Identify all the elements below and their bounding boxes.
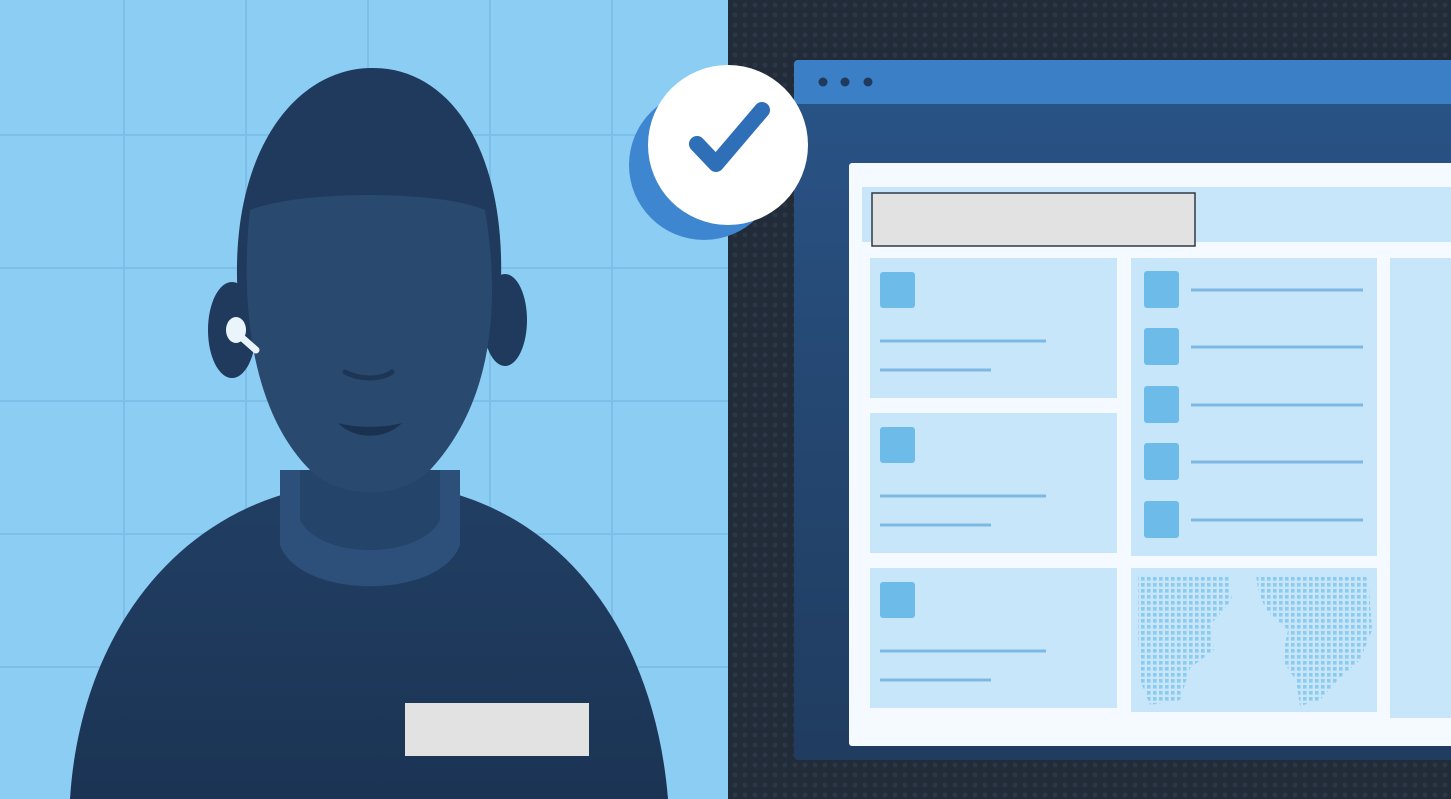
list-item-icon [1144, 501, 1179, 538]
list-panel [1131, 258, 1377, 556]
card [870, 568, 1117, 708]
name-badge [405, 703, 589, 756]
list-item-icon [1144, 443, 1179, 480]
card-icon [880, 272, 915, 308]
card-icon [880, 582, 915, 618]
card [870, 413, 1117, 553]
window-titlebar [794, 60, 1451, 104]
window-dot [840, 77, 850, 87]
illustration-svg [0, 0, 1451, 799]
list-item-icon [1144, 328, 1179, 365]
window-dot [818, 77, 828, 87]
card-icon [880, 427, 915, 463]
map-panel [1131, 568, 1377, 712]
card [870, 258, 1117, 398]
list-item-icon [1144, 386, 1179, 423]
browser-window [794, 60, 1451, 760]
list-item-icon [1144, 271, 1179, 308]
header-field [871, 192, 1196, 247]
window-dot [863, 77, 873, 87]
illustration-scene [0, 0, 1451, 799]
